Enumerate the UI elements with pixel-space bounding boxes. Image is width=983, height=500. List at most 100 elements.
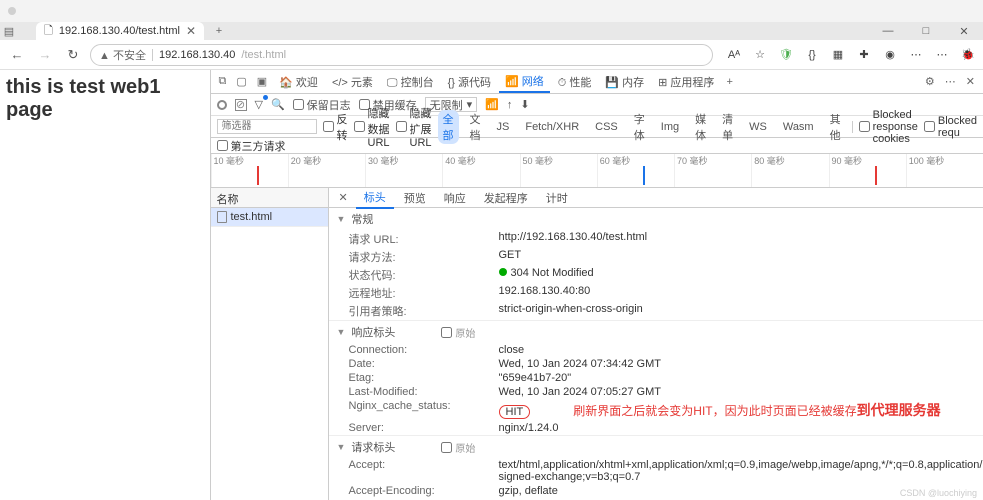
- header-value: text/html,application/xhtml+xml,applicat…: [499, 459, 983, 483]
- third-party-checkbox[interactable]: 第三方请求: [217, 138, 286, 154]
- request-name: test.html: [231, 211, 273, 223]
- page-heading: this is test web1 page: [6, 76, 204, 122]
- header-row: Date:Wed, 10 Jan 2024 07:34:42 GMT: [329, 357, 983, 371]
- app-icon: [8, 7, 16, 15]
- grid-ext-icon[interactable]: ▦: [829, 46, 847, 64]
- dtab-preview[interactable]: 预览: [396, 188, 434, 208]
- request-item[interactable]: test.html: [211, 208, 328, 227]
- minimize-button[interactable]: —: [869, 25, 907, 38]
- favorite-icon[interactable]: ☆: [751, 46, 769, 64]
- more-icon[interactable]: ⋯: [941, 75, 960, 88]
- url-path: /test.html: [241, 49, 286, 61]
- plus-ext-icon[interactable]: ✚: [855, 46, 873, 64]
- raw-checkbox[interactable]: 原始: [441, 325, 475, 340]
- plus-icon[interactable]: +: [722, 76, 736, 88]
- header-row: 请求 URL:http://192.168.130.40/test.html: [329, 230, 983, 248]
- header-row: 远程地址:192.168.130.40:80: [329, 284, 983, 302]
- timeline[interactable]: 10 毫秒20 毫秒30 毫秒40 毫秒50 毫秒60 毫秒70 毫秒80 毫秒…: [211, 154, 983, 188]
- column-name[interactable]: 名称: [211, 188, 328, 208]
- tab-welcome[interactable]: 🏠 欢迎: [273, 72, 324, 92]
- dtab-initiator[interactable]: 发起程序: [476, 188, 536, 208]
- panel-icon[interactable]: ▣: [253, 75, 271, 88]
- record-button[interactable]: [217, 100, 227, 110]
- filter-ws[interactable]: WS: [744, 120, 772, 134]
- filter-input[interactable]: [217, 119, 317, 134]
- filter-css[interactable]: CSS: [590, 120, 623, 134]
- header-value: 192.168.130.40:80: [499, 285, 983, 301]
- section-header[interactable]: ▼常规: [329, 208, 983, 230]
- header-value: Wed, 10 Jan 2024 07:34:42 GMT: [499, 358, 983, 370]
- filter-img[interactable]: Img: [656, 120, 684, 134]
- close-button[interactable]: ✕: [945, 25, 983, 38]
- more-icon[interactable]: ⋯: [933, 46, 951, 64]
- wifi-icon[interactable]: 📶: [485, 98, 499, 111]
- shield-icon[interactable]: 🛡: [777, 46, 795, 64]
- back-button[interactable]: ←: [6, 44, 28, 66]
- reload-button[interactable]: ↻: [62, 44, 84, 66]
- filter-fetch[interactable]: Fetch/XHR: [520, 120, 584, 134]
- raw-checkbox[interactable]: 原始: [441, 440, 475, 455]
- header-row: Server:nginx/1.24.0: [329, 421, 983, 435]
- header-key: 请求方法:: [349, 249, 499, 265]
- browser-tabs: ▤ 🗋 192.168.130.40/test.html ✕ + — □ ✕: [0, 22, 983, 40]
- forward-button[interactable]: →: [34, 44, 56, 66]
- dtab-headers[interactable]: 标头: [356, 188, 394, 209]
- detail-tabs: ✕ 标头 预览 响应 发起程序 计时: [329, 188, 983, 208]
- filter-wasm[interactable]: Wasm: [778, 120, 819, 134]
- eye-ext-icon[interactable]: ◉: [881, 46, 899, 64]
- tab-memory[interactable]: 💾 内存: [599, 72, 650, 92]
- code-ext-icon[interactable]: {}: [803, 46, 821, 64]
- gear-icon[interactable]: ⚙: [921, 75, 939, 88]
- header-key: 状态代码:: [349, 267, 499, 283]
- timeline-mark: [643, 166, 645, 185]
- dtab-response[interactable]: 响应: [436, 188, 474, 208]
- header-value: HIT 刷新界面之后就会变为HIT，因为此时页面已经被缓存到代理服务器: [499, 400, 983, 420]
- general-section: ▼常规 请求 URL:http://192.168.130.40/test.ht…: [329, 208, 983, 321]
- url-input[interactable]: ▲ 不安全 192.168.130.40/test.html: [90, 44, 713, 66]
- device-icon[interactable]: ▢: [232, 75, 250, 88]
- tab-elements[interactable]: </> 元素: [326, 72, 379, 92]
- download-icon[interactable]: ⬇: [520, 98, 529, 111]
- timeline-mark: [875, 166, 877, 185]
- divider: [152, 49, 153, 61]
- tab-sources[interactable]: {} 源代码: [442, 72, 497, 92]
- header-row: Accept:text/html,application/xhtml+xml,a…: [329, 458, 983, 484]
- dtab-timing[interactable]: 计时: [538, 188, 576, 208]
- request-headers-section: ▼请求标头原始 Accept:text/html,application/xht…: [329, 436, 983, 500]
- upload-icon[interactable]: ↑: [507, 99, 513, 111]
- clear-button[interactable]: ⊘: [235, 99, 247, 111]
- maximize-button[interactable]: □: [907, 25, 945, 38]
- request-detail: ✕ 标头 预览 响应 发起程序 计时 ▼常规 请求 URL:http://192…: [329, 188, 983, 500]
- section-header[interactable]: ▼响应标头原始: [329, 321, 983, 343]
- section-header[interactable]: ▼请求标头原始: [329, 436, 983, 458]
- header-row: Accept-Encoding:gzip, deflate: [329, 484, 983, 498]
- header-row: 状态代码:304 Not Modified: [329, 266, 983, 284]
- tab-performance[interactable]: ⏱ 性能: [552, 72, 598, 92]
- search-icon[interactable]: 🔍: [271, 98, 285, 111]
- close-icon[interactable]: ✕: [186, 24, 196, 38]
- tab-console[interactable]: 🖵 控制台: [381, 72, 440, 92]
- browser-tab[interactable]: 🗋 192.168.130.40/test.html ✕: [36, 22, 204, 40]
- filter-js[interactable]: JS: [492, 120, 515, 134]
- header-row: Nginx_cache_status:HIT 刷新界面之后就会变为HIT，因为此…: [329, 399, 983, 421]
- header-value: http://192.168.130.40/test.html: [499, 231, 983, 247]
- reading-mode-icon[interactable]: Aᴬ: [725, 46, 743, 64]
- tab-network[interactable]: 📶 网络: [499, 71, 550, 93]
- request-list: 名称 test.html: [211, 188, 329, 500]
- tab-application[interactable]: ⊞ 应用程序: [652, 72, 720, 92]
- page-content: this is test web1 page: [0, 70, 210, 500]
- filter-toggle[interactable]: ▽: [255, 98, 263, 111]
- insecure-badge: ▲ 不安全: [99, 47, 146, 63]
- address-bar: ← → ↻ ▲ 不安全 192.168.130.40/test.html Aᴬ …: [0, 40, 983, 70]
- header-value: "659e41b7-20": [499, 372, 983, 384]
- bug-icon[interactable]: 🐞: [959, 46, 977, 64]
- new-tab-button[interactable]: +: [210, 22, 228, 40]
- blocked-req-checkbox[interactable]: Blocked requ: [924, 115, 977, 139]
- close-icon[interactable]: ✕: [962, 75, 979, 88]
- collections-icon[interactable]: ⋯: [907, 46, 925, 64]
- timeline-mark: [257, 166, 259, 185]
- inspect-icon[interactable]: ⧉: [215, 75, 231, 88]
- close-detail-icon[interactable]: ✕: [333, 191, 354, 204]
- filter-bar: 反转 隐藏数据 URL 隐藏扩展 URL 全部 文档 JS Fetch/XHR …: [211, 116, 983, 138]
- tab-list-icon[interactable]: ▤: [0, 22, 18, 40]
